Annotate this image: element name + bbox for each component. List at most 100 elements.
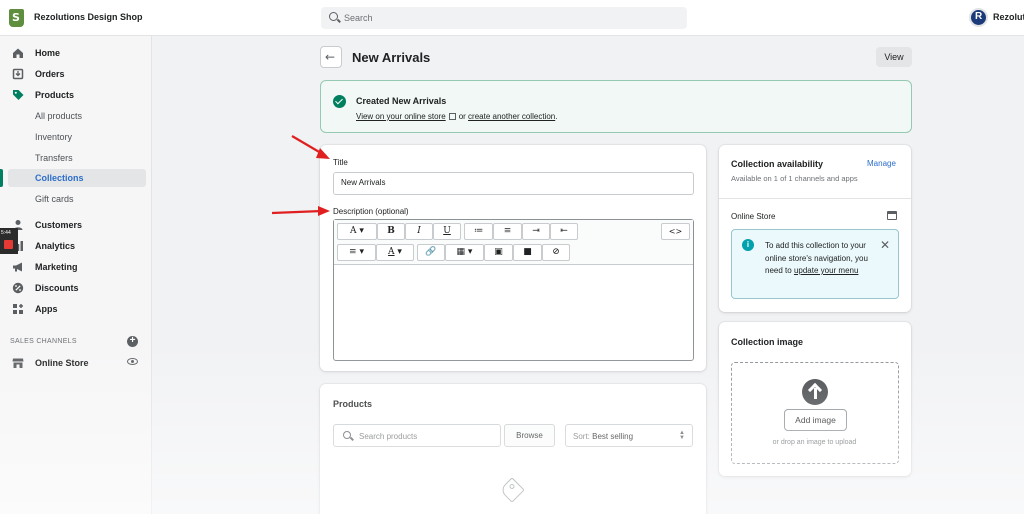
description-label: Description (optional) xyxy=(333,207,409,216)
underline-button[interactable]: U xyxy=(433,223,461,240)
browse-button[interactable]: Browse xyxy=(504,424,555,447)
success-banner: Created New Arrivals View on your online… xyxy=(320,80,912,133)
sidebar-item-label: Analytics xyxy=(35,241,76,251)
eye-icon[interactable] xyxy=(127,358,138,365)
sidebar-item-marketing[interactable]: Marketing xyxy=(0,258,152,276)
sales-channels-heading: SALES CHANNELS xyxy=(10,338,77,345)
add-image-button[interactable]: Add image xyxy=(784,409,847,431)
italic-button[interactable]: I xyxy=(405,223,433,240)
banner-or-text: or xyxy=(458,112,466,121)
description-textarea[interactable] xyxy=(334,266,693,360)
info-message: To add this collection to your online st… xyxy=(765,240,875,278)
sidebar-item-label: Marketing xyxy=(35,262,78,272)
search-products-input[interactable]: Search products xyxy=(333,424,501,447)
sidebar-item-label: Online Store xyxy=(35,358,89,368)
page-title: New Arrivals xyxy=(352,50,431,65)
products-title: Products xyxy=(333,399,373,409)
insert-video-button[interactable]: ■ xyxy=(513,244,542,261)
close-icon[interactable]: ✕ xyxy=(880,238,890,252)
drop-hint: or drop an image to upload xyxy=(772,439,857,446)
sidebar-item-orders[interactable]: Orders xyxy=(0,65,152,83)
collection-image-title: Collection image xyxy=(731,337,804,347)
font-style-dropdown[interactable]: A ▾ xyxy=(337,223,377,240)
megaphone-icon xyxy=(13,262,22,272)
annotation-arrow-description-icon xyxy=(271,206,330,216)
font-icon: A xyxy=(350,226,357,236)
sidebar-item-inventory[interactable]: Inventory xyxy=(0,128,152,146)
image-dropzone[interactable]: Add image or drop an image to upload xyxy=(731,362,899,464)
availability-subtitle: Available on 1 of 1 channels and apps xyxy=(731,174,858,183)
clear-formatting-button[interactable]: ⊘ xyxy=(542,244,570,261)
sidebar-item-all-products[interactable]: All products xyxy=(0,107,152,125)
discount-icon xyxy=(12,282,24,294)
sidebar-item-label: Apps xyxy=(35,304,58,314)
info-icon: i xyxy=(742,239,754,251)
insert-table-dropdown[interactable]: ▦ ▾ xyxy=(445,244,484,261)
align-dropdown[interactable]: ≡ ▾ xyxy=(337,244,376,261)
sidebar-item-analytics[interactable]: Analytics xyxy=(0,237,152,255)
sidebar-item-apps[interactable]: Apps xyxy=(0,300,152,318)
update-menu-link[interactable]: update your menu xyxy=(794,266,859,275)
sort-select[interactable]: Sort: Best selling ▲ ▼ xyxy=(565,424,693,447)
back-button[interactable] xyxy=(320,46,342,68)
sidebar-item-home[interactable]: Home xyxy=(0,44,152,62)
title-input[interactable]: New Arrivals xyxy=(333,172,694,195)
search-icon xyxy=(343,431,351,439)
select-arrows-icon: ▲ ▼ xyxy=(679,430,685,441)
orders-icon xyxy=(12,68,24,80)
tag-icon xyxy=(13,90,24,100)
banner-title: Created New Arrivals xyxy=(356,96,447,106)
channel-online-store: Online Store xyxy=(731,212,776,221)
insert-image-button[interactable]: ▣ xyxy=(484,244,513,261)
global-search-input[interactable]: Search xyxy=(321,7,687,29)
sidebar-item-label: Collections xyxy=(35,173,84,183)
sidebar-item-label: Transfers xyxy=(35,153,73,163)
sidebar-item-discounts[interactable]: Discounts xyxy=(0,279,152,297)
navigation-info-box: i To add this collection to your online … xyxy=(731,229,899,299)
shopify-logo-icon[interactable] xyxy=(9,9,24,27)
divider xyxy=(719,198,911,199)
search-placeholder: Search xyxy=(344,13,373,23)
sort-value: Best selling xyxy=(592,432,634,441)
sidebar-item-products[interactable]: Products xyxy=(0,86,152,104)
sort-text: Sort: Best selling xyxy=(573,432,633,441)
create-another-collection-link[interactable]: create another collection xyxy=(468,112,555,121)
manage-link[interactable]: Manage xyxy=(867,159,896,168)
view-button[interactable]: View xyxy=(876,47,912,67)
text-color-dropdown[interactable]: A ▾ xyxy=(376,244,414,261)
show-html-button[interactable]: <> xyxy=(661,223,690,240)
insert-link-button[interactable]: 🔗 xyxy=(417,244,445,261)
banner-period: . xyxy=(555,112,558,121)
external-link-icon xyxy=(448,113,456,120)
outdent-button[interactable]: ⇤ xyxy=(550,223,578,240)
indent-button[interactable]: ⇥ xyxy=(522,223,550,240)
view-on-store-link[interactable]: View on your online store xyxy=(356,112,446,121)
home-icon xyxy=(13,48,23,58)
description-editor: A ▾ B I U ≔ ≡ ⇥ ⇤ <> ≡ ▾ A ▾ 🔗 ▦ ▾ ▣ ■ ⊘ xyxy=(333,219,694,361)
sort-prefix: Sort: xyxy=(573,432,590,441)
bold-button[interactable]: B xyxy=(377,223,405,240)
sidebar-item-customers[interactable]: Customers xyxy=(0,216,152,234)
sidebar-item-collections[interactable]: Collections xyxy=(0,169,146,187)
sidebar-item-label: Customers xyxy=(35,220,83,230)
sidebar-item-label: Home xyxy=(35,48,61,58)
add-sales-channel-icon[interactable]: + xyxy=(127,336,138,347)
rich-text-toolbar: A ▾ B I U ≔ ≡ ⇥ ⇤ <> ≡ ▾ A ▾ 🔗 ▦ ▾ ▣ ■ ⊘ xyxy=(334,220,693,265)
text-color-icon: A xyxy=(388,247,395,257)
numbered-list-button[interactable]: ≡ xyxy=(493,223,522,240)
screen-recorder-badge[interactable]: 5:44 xyxy=(0,228,18,254)
availability-title: Collection availability xyxy=(731,159,824,169)
sidebar-item-gift-cards[interactable]: Gift cards xyxy=(0,190,152,208)
record-icon xyxy=(4,240,13,249)
account-name[interactable]: Rezolut xyxy=(993,12,1024,22)
table-icon: ▦ xyxy=(456,247,466,257)
store-icon xyxy=(12,358,24,368)
upload-arrow-icon xyxy=(802,379,828,405)
search-icon xyxy=(329,12,338,21)
bulleted-list-button[interactable]: ≔ xyxy=(464,223,493,240)
shop-name[interactable]: Rezolutions Design Shop xyxy=(34,12,143,22)
sidebar-item-transfers[interactable]: Transfers xyxy=(0,149,152,167)
account-avatar[interactable] xyxy=(969,8,988,27)
calendar-icon[interactable] xyxy=(887,211,897,220)
sidebar-item-label: Gift cards xyxy=(35,194,74,204)
